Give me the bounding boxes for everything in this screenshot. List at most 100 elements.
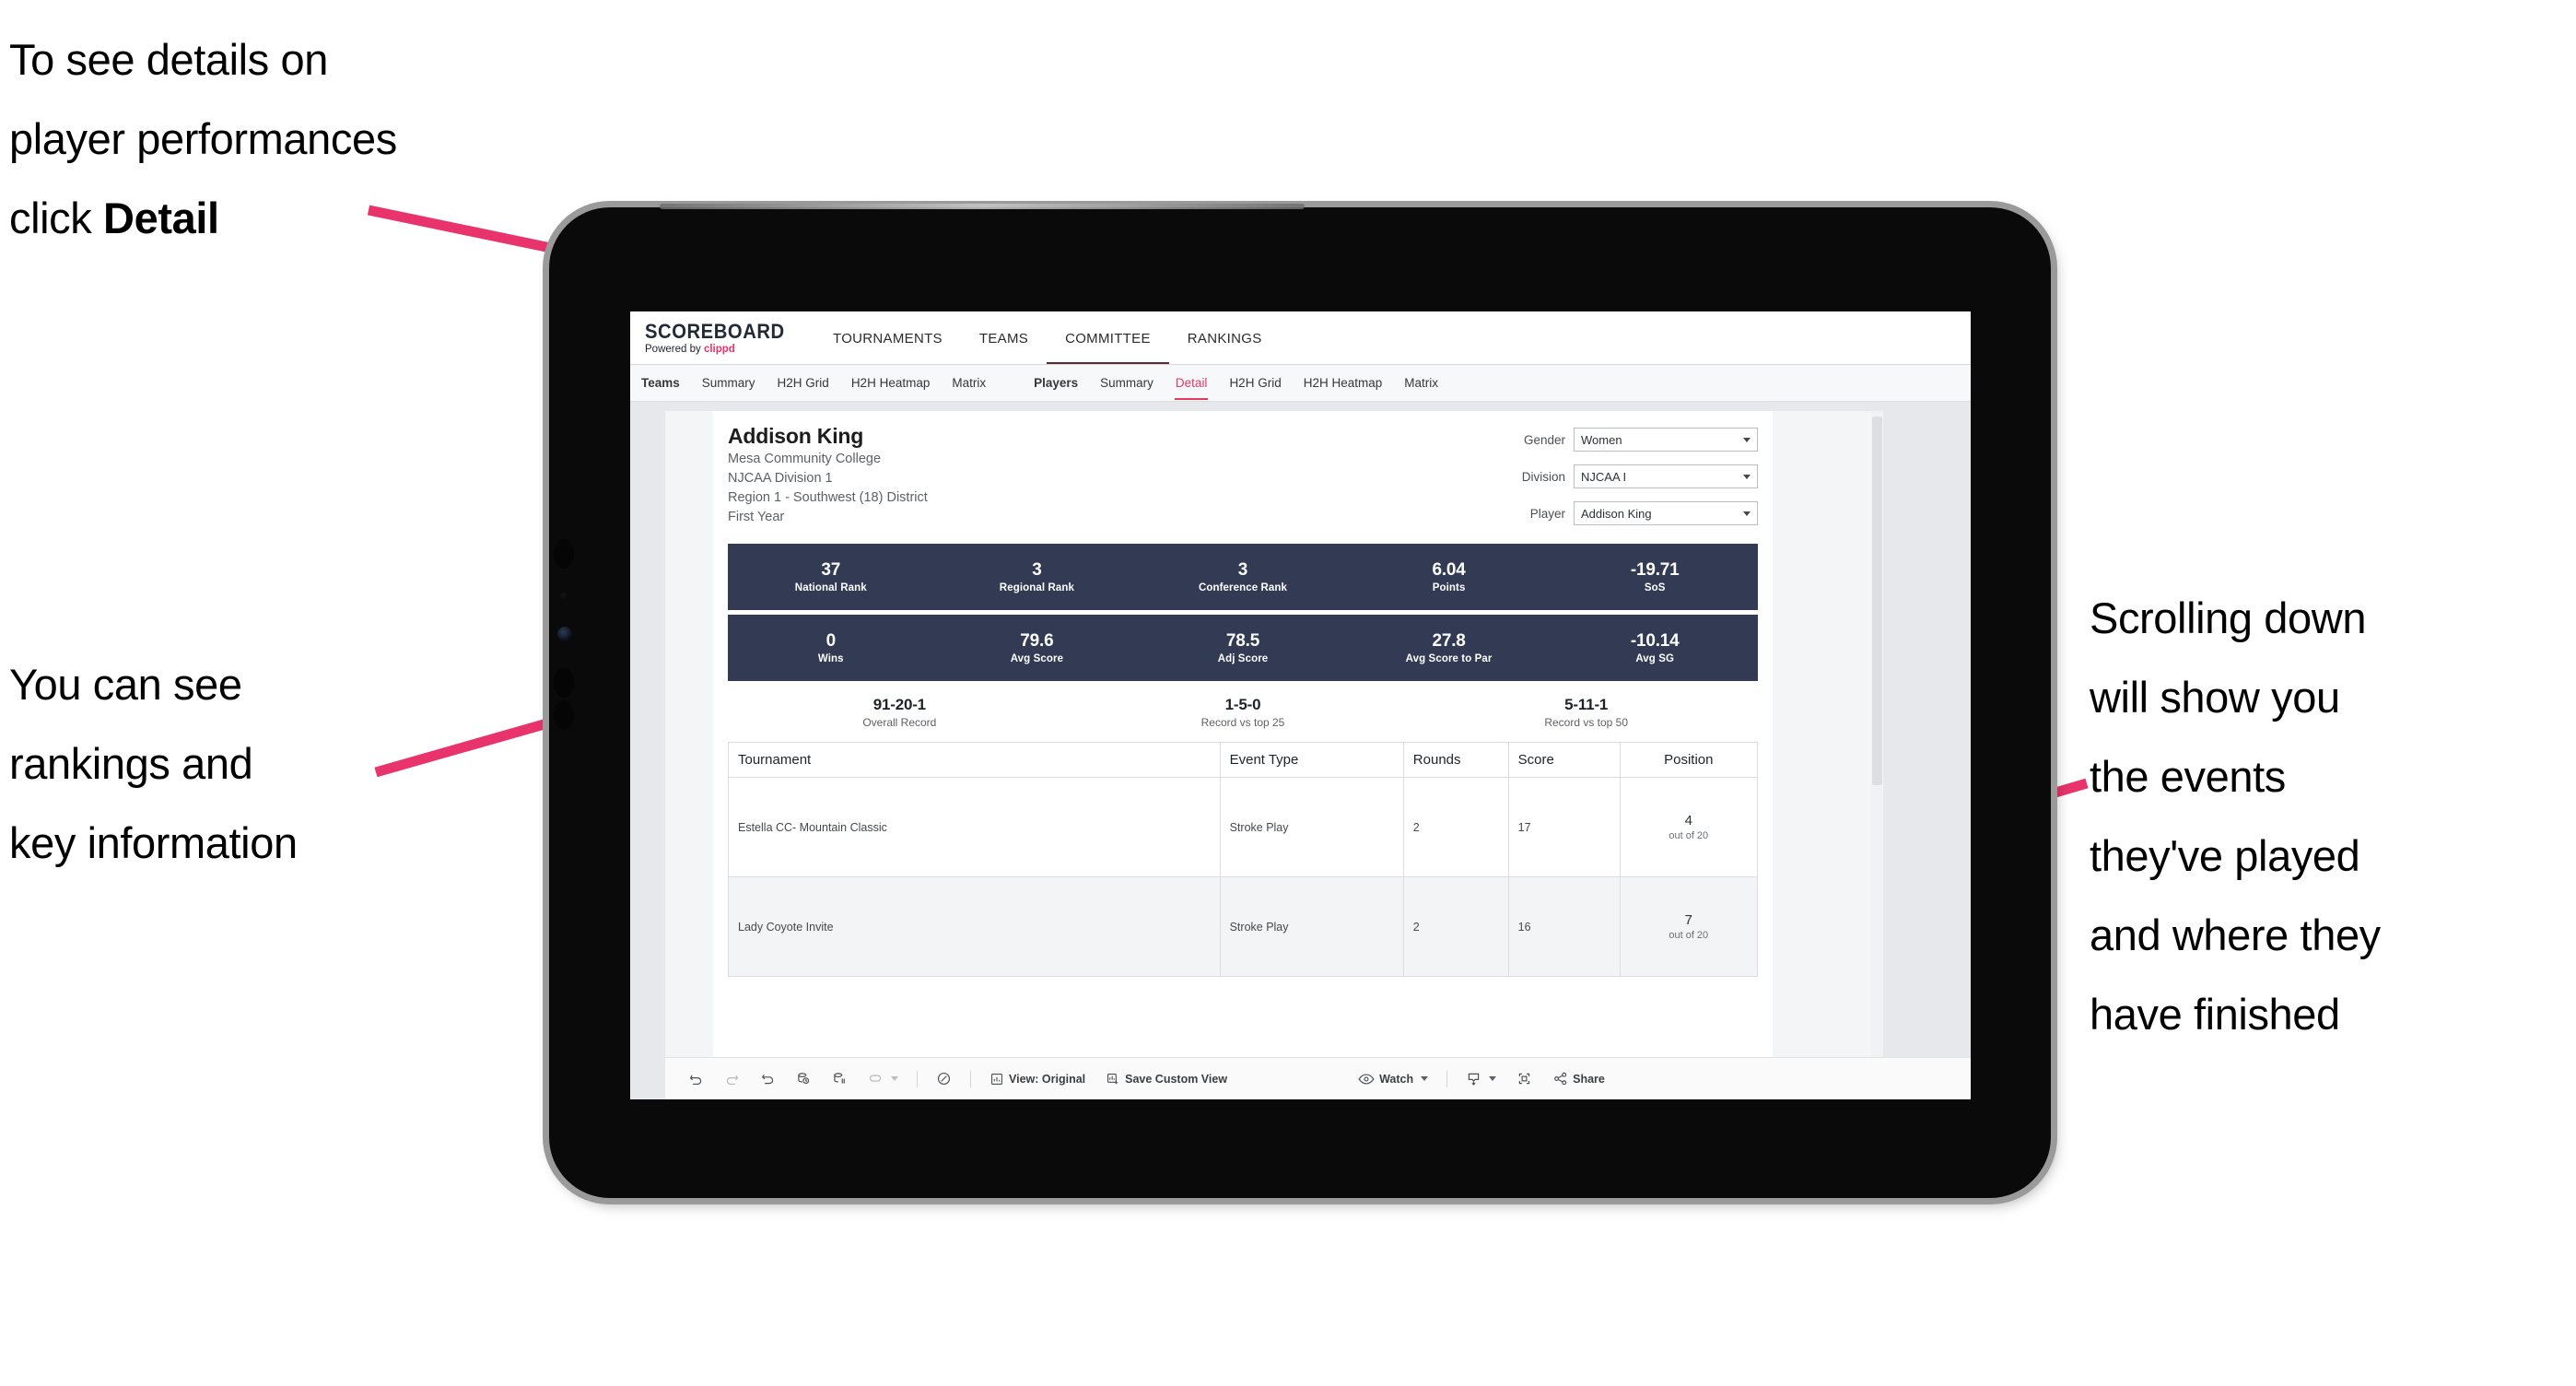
top-nav-tournaments[interactable]: TOURNAMENTS bbox=[814, 311, 961, 365]
annotation-top-left-bold: Detail bbox=[103, 194, 219, 242]
sub-nav-teams-h2h-grid[interactable]: H2H Grid bbox=[767, 365, 840, 401]
sub-nav-teams-h2h-heatmap[interactable]: H2H Heatmap bbox=[840, 365, 942, 401]
top-nav-rankings[interactable]: RANKINGS bbox=[1169, 311, 1281, 365]
events-table-body: Estella CC- Mountain Classic Stroke Play… bbox=[728, 777, 1759, 977]
sub-nav-teams-group: Teams Summary H2H Grid H2H Heatmap Matri… bbox=[630, 365, 997, 401]
cell-score: 17 bbox=[1507, 777, 1621, 877]
column-header-position[interactable]: Position bbox=[1619, 742, 1759, 778]
cell-rounds: 2 bbox=[1402, 777, 1509, 877]
sub-nav-players-matrix[interactable]: Matrix bbox=[1393, 365, 1449, 401]
record-label: Record vs top 25 bbox=[1200, 716, 1285, 729]
stat-label: Points bbox=[1432, 582, 1466, 593]
stat-avg-score-to-par: 27.8 Avg Score to Par bbox=[1346, 631, 1552, 664]
scrollbar-thumb[interactable] bbox=[1872, 417, 1882, 785]
cell-score: 16 bbox=[1507, 876, 1621, 977]
save-custom-view-button[interactable]: Save Custom View bbox=[1095, 1072, 1237, 1086]
refresh-data-icon[interactable] bbox=[786, 1071, 822, 1086]
top-navigation: TOURNAMENTS TEAMS COMMITTEE RANKINGS bbox=[814, 311, 1281, 365]
annotation-top-left: To see details on player performances cl… bbox=[9, 20, 617, 258]
chevron-down-icon[interactable] bbox=[891, 1076, 898, 1081]
record-vs-top-25: 1-5-0 Record vs top 25 bbox=[1071, 696, 1415, 729]
sub-navigation: Teams Summary H2H Grid H2H Heatmap Matri… bbox=[630, 365, 1971, 402]
chevron-down-icon[interactable] bbox=[1489, 1076, 1497, 1081]
tablet-volume-down-button bbox=[554, 668, 574, 698]
toolbar-divider bbox=[917, 1070, 918, 1087]
column-header-event-type[interactable]: Event Type bbox=[1219, 742, 1404, 778]
pause-data-icon[interactable] bbox=[822, 1071, 858, 1086]
share-icon bbox=[1552, 1071, 1568, 1086]
chevron-down-icon bbox=[1743, 438, 1751, 442]
table-header-row: Tournament Event Type Rounds Score Posit… bbox=[728, 742, 1759, 778]
filter-division-select[interactable]: NJCAA I bbox=[1574, 464, 1758, 488]
download-button[interactable] bbox=[1456, 1071, 1506, 1086]
sub-nav-teams-matrix[interactable]: Matrix bbox=[941, 365, 997, 401]
top-nav-committee[interactable]: COMMITTEE bbox=[1047, 311, 1169, 365]
share-label: Share bbox=[1573, 1072, 1605, 1086]
logo-title: SCOREBOARD bbox=[645, 319, 785, 343]
chevron-down-icon[interactable] bbox=[1421, 1076, 1429, 1081]
table-row[interactable]: Estella CC- Mountain Classic Stroke Play… bbox=[728, 777, 1759, 877]
sub-nav-teams[interactable]: Teams bbox=[630, 365, 691, 401]
stat-value: 3 bbox=[1032, 560, 1042, 580]
record-overall: 91-20-1 Overall Record bbox=[728, 696, 1071, 729]
sub-nav-players[interactable]: Players bbox=[1023, 365, 1089, 401]
filter-gender-label: Gender bbox=[1523, 432, 1565, 447]
stat-label: Adj Score bbox=[1217, 653, 1269, 664]
sub-nav-players-h2h-grid[interactable]: H2H Grid bbox=[1218, 365, 1292, 401]
player-name: Addison King bbox=[728, 424, 864, 448]
sub-nav-players-h2h-heatmap[interactable]: H2H Heatmap bbox=[1293, 365, 1394, 401]
logo-subtitle: Powered by clippd bbox=[645, 343, 814, 356]
undo-icon[interactable] bbox=[678, 1071, 714, 1086]
stats-bar-primary: 37 National Rank 3 Regional Rank 3 Confe… bbox=[728, 544, 1758, 610]
stat-wins: 0 Wins bbox=[728, 631, 934, 664]
column-header-tournament[interactable]: Tournament bbox=[728, 742, 1221, 778]
column-header-rounds[interactable]: Rounds bbox=[1402, 742, 1509, 778]
content-area: Addison King Mesa Community College NJCA… bbox=[630, 402, 1971, 1099]
view-original-button[interactable]: View: Original bbox=[979, 1072, 1095, 1086]
filter-gender-row: Gender Women bbox=[1463, 428, 1758, 452]
filter-gender-value: Women bbox=[1581, 432, 1622, 447]
highlight-icon[interactable] bbox=[926, 1071, 962, 1086]
filter-division-label: Division bbox=[1521, 469, 1565, 484]
record-value: 5-11-1 bbox=[1564, 696, 1609, 713]
chevron-down-icon bbox=[1743, 511, 1751, 516]
sub-nav-players-detail[interactable]: Detail bbox=[1165, 365, 1219, 401]
pause-updates-icon[interactable] bbox=[858, 1071, 908, 1086]
filter-player-row: Player Addison King bbox=[1463, 501, 1758, 525]
eye-icon bbox=[1358, 1073, 1375, 1086]
stat-label: Regional Rank bbox=[999, 582, 1074, 593]
player-detail-body: Addison King Mesa Community College NJCA… bbox=[713, 411, 1773, 977]
stat-value: -19.71 bbox=[1630, 560, 1680, 580]
sub-nav-players-summary[interactable]: Summary bbox=[1089, 365, 1165, 401]
stat-regional-rank: 3 Regional Rank bbox=[934, 560, 1141, 593]
filter-division-value: NJCAA I bbox=[1581, 469, 1627, 484]
position-value: 4 bbox=[1684, 813, 1692, 828]
top-nav-teams[interactable]: TEAMS bbox=[961, 311, 1047, 365]
annotation-right: Scrolling down will show you the events … bbox=[2090, 593, 2381, 1039]
share-button[interactable]: Share bbox=[1542, 1071, 1615, 1086]
save-custom-view-label: Save Custom View bbox=[1125, 1072, 1228, 1086]
vertical-scrollbar[interactable] bbox=[1871, 411, 1883, 1057]
fullscreen-button[interactable] bbox=[1506, 1071, 1542, 1086]
watch-button[interactable]: Watch bbox=[1348, 1073, 1438, 1086]
slide-canvas: To see details on player performances cl… bbox=[0, 0, 2576, 1386]
stat-label: Avg Score bbox=[1010, 653, 1064, 664]
toolbar-divider bbox=[1446, 1070, 1448, 1087]
toolbar-divider bbox=[970, 1070, 971, 1087]
table-row[interactable]: Lady Coyote Invite Stroke Play 2 16 7 ou… bbox=[728, 876, 1759, 977]
bottom-toolbar: View: Original Save Custom View Watch Sh… bbox=[665, 1057, 1971, 1099]
cell-position: 4 out of 20 bbox=[1619, 777, 1759, 877]
redo-icon[interactable] bbox=[714, 1071, 750, 1086]
filter-gender-select[interactable]: Women bbox=[1574, 428, 1758, 452]
app-logo[interactable]: SCOREBOARD Powered by clippd bbox=[630, 311, 814, 365]
logo-sub-prefix: Powered by bbox=[645, 343, 704, 355]
record-label: Overall Record bbox=[862, 716, 937, 729]
stat-label: Avg Score to Par bbox=[1405, 653, 1493, 664]
revert-icon[interactable] bbox=[750, 1071, 786, 1086]
filter-player-select[interactable]: Addison King bbox=[1574, 501, 1758, 525]
column-header-score[interactable]: Score bbox=[1507, 742, 1621, 778]
view-icon bbox=[989, 1072, 1004, 1086]
sub-nav-teams-summary[interactable]: Summary bbox=[691, 365, 767, 401]
player-year: First Year bbox=[728, 510, 785, 524]
stats-bar-secondary: 0 Wins 79.6 Avg Score 78.5 Adj Score 27.… bbox=[728, 615, 1758, 681]
